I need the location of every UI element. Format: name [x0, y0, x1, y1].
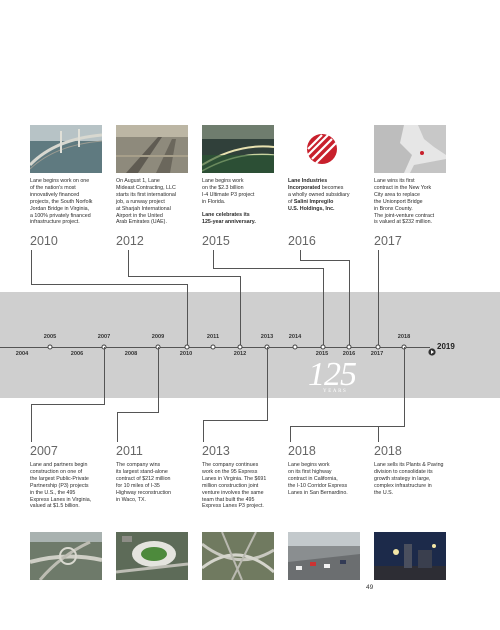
tick-2008: 2008: [124, 351, 138, 357]
event-year-2015: 2015: [202, 234, 230, 248]
tick-2018: 2018: [397, 334, 411, 340]
event-year-2010: 2010: [30, 234, 58, 248]
connector-line: [323, 268, 324, 347]
connector-line: [378, 250, 379, 347]
photo-stadium-aerial: [116, 532, 188, 580]
event-2007-text: Lane and partners begin construction on …: [30, 462, 92, 510]
event-2016-bold-parent: Salini Impregilo U.S. Holdings, Inc.: [288, 198, 335, 212]
arrow-right-icon: [428, 343, 436, 361]
timeline-dot: [237, 344, 243, 350]
connector-line: [158, 347, 159, 412]
event-year-2013: 2013: [202, 444, 230, 458]
connector-line: [104, 347, 105, 404]
connector-line: [117, 412, 159, 413]
timeline-dot: [346, 344, 352, 350]
tick-2013: 2013: [260, 334, 274, 340]
tick-2014: 2014: [288, 334, 302, 340]
connector-line: [213, 268, 324, 269]
tick-2006: 2006: [70, 351, 84, 357]
tick-2012: 2012: [233, 351, 247, 357]
event-2010-text: Lane begins work on one of the nation's …: [30, 178, 93, 226]
event-2015-text: Lane begins work on the $2.3 billion I-4…: [202, 178, 255, 205]
event-2011-text: The company wins its largest stand-alone…: [116, 462, 172, 503]
connector-line: [31, 250, 32, 284]
photo-interchange-aerial: [30, 532, 102, 580]
timeline-dot: [210, 344, 216, 350]
tick-2010: 2010: [179, 351, 193, 357]
event-2013-text: The company continues work on the 95 Exp…: [202, 462, 267, 510]
tick-2007: 2007: [97, 334, 111, 340]
event-2012-text: On August 1, Lane Mideast Contracting, L…: [116, 178, 177, 226]
anniversary-label: YEARS: [323, 389, 348, 394]
connector-line: [267, 347, 268, 420]
photo-runway-aerial: [116, 125, 188, 173]
event-2016-text: Lane Industries Incorporated becomes a w…: [288, 178, 368, 213]
timeline-dot: [184, 344, 190, 350]
event-year-2007: 2007: [30, 444, 58, 458]
tick-2004: 2004: [15, 351, 29, 357]
connector-line: [290, 426, 291, 442]
connector-line: [203, 420, 204, 442]
page-number: 49: [366, 584, 374, 591]
timeline-end-year: 2019: [437, 342, 455, 351]
photo-plant-night: [374, 532, 446, 580]
event-2018-sale-text: Lane sells its Plants & Paving division …: [374, 462, 444, 496]
connector-line: [300, 250, 301, 260]
photo-salini-logo: [288, 125, 360, 173]
timeline-dot: [375, 344, 381, 350]
event-2018-california-text: Lane begins work on its first highway co…: [288, 462, 348, 496]
connector-line: [300, 260, 350, 261]
event-year-2016: 2016: [288, 234, 316, 248]
photo-ny-map: [374, 125, 446, 173]
event-year-2018-a: 2018: [288, 444, 316, 458]
event-year-2017: 2017: [374, 234, 402, 248]
connector-line: [349, 260, 350, 347]
connector-line: [128, 276, 241, 277]
connector-line: [378, 426, 379, 442]
anniversary-number: 125: [308, 356, 357, 393]
tick-2011: 2011: [206, 334, 220, 340]
timeline-dot: [47, 344, 53, 350]
timeline-band: [0, 292, 500, 398]
event-2017-text: Lane wins its first contract in the New …: [374, 178, 435, 226]
tick-2005: 2005: [43, 334, 57, 340]
connector-line: [31, 404, 105, 405]
event-year-2011: 2011: [116, 444, 143, 458]
connector-line: [404, 347, 405, 426]
connector-line: [187, 284, 188, 347]
connector-line: [31, 284, 188, 285]
event-year-2018-b: 2018: [374, 444, 402, 458]
tick-2009: 2009: [151, 334, 165, 340]
connector-line: [290, 426, 405, 427]
event-2015-anniversary-text: Lane celebrates its 125-year anniversary…: [202, 212, 256, 225]
photo-bridge-aerial: [30, 125, 102, 173]
timeline-dot: [320, 344, 326, 350]
photo-freeway-interchange: [202, 532, 274, 580]
photo-highway-night: [202, 125, 274, 173]
timeline-dot: [292, 344, 298, 350]
connector-line: [128, 250, 129, 276]
connector-line: [213, 250, 214, 268]
connector-line: [31, 404, 32, 442]
connector-line: [117, 412, 118, 442]
tick-2017: 2017: [370, 351, 384, 357]
photo-traffic-freeway: [288, 532, 360, 580]
connector-line: [240, 276, 241, 347]
event-year-2012: 2012: [116, 234, 144, 248]
connector-line: [203, 420, 268, 421]
